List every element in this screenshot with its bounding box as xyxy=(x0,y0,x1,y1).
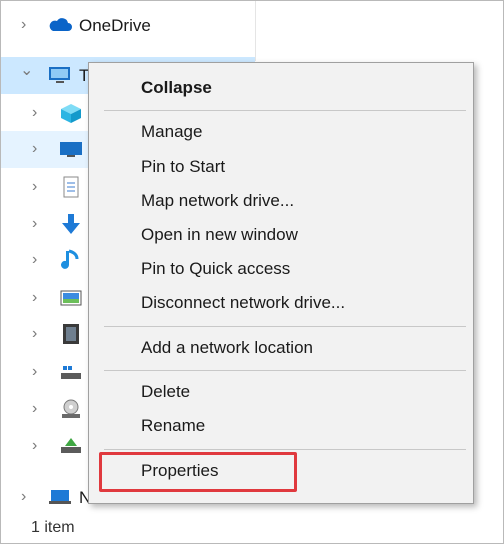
menu-item-map-network-drive[interactable]: Map network drive... xyxy=(141,190,294,212)
chevron-right-icon[interactable]: › xyxy=(32,105,46,121)
chevron-right-icon[interactable]: › xyxy=(21,17,35,33)
menu-item-add-network-location[interactable]: Add a network location xyxy=(141,337,313,359)
local-disk-icon xyxy=(59,361,83,383)
pane-divider xyxy=(255,1,256,61)
nav-item-onedrive[interactable]: › OneDrive xyxy=(1,7,255,44)
chevron-down-icon[interactable]: ⌄ xyxy=(20,63,34,79)
network-drive-icon xyxy=(59,435,83,457)
properties-highlight-box xyxy=(99,452,297,492)
desktop-icon xyxy=(59,138,83,160)
menu-separator xyxy=(104,370,466,371)
network-icon xyxy=(47,486,71,508)
pictures-icon xyxy=(59,287,83,309)
chevron-right-icon[interactable]: › xyxy=(32,252,46,268)
menu-separator xyxy=(104,449,466,450)
menu-item-collapse[interactable]: Collapse xyxy=(141,77,212,99)
downloads-icon xyxy=(59,213,83,235)
status-item-count: 1 item xyxy=(31,519,75,536)
chevron-right-icon[interactable]: › xyxy=(32,438,46,454)
music-icon xyxy=(59,249,83,271)
menu-item-delete[interactable]: Delete xyxy=(141,381,190,403)
nav-item-label: OneDrive xyxy=(79,16,151,35)
menu-item-pin-to-quick-access[interactable]: Pin to Quick access xyxy=(141,258,290,280)
onedrive-cloud-icon xyxy=(47,14,72,36)
chevron-right-icon[interactable]: › xyxy=(21,489,35,505)
context-menu: Collapse Manage Pin to Start Map network… xyxy=(88,62,474,504)
menu-item-manage[interactable]: Manage xyxy=(141,121,202,143)
menu-item-open-in-new-window[interactable]: Open in new window xyxy=(141,224,298,246)
videos-icon xyxy=(59,323,83,345)
menu-item-pin-to-start[interactable]: Pin to Start xyxy=(141,156,225,178)
chevron-right-icon[interactable]: › xyxy=(32,326,46,342)
menu-item-rename[interactable]: Rename xyxy=(141,415,205,437)
chevron-right-icon[interactable]: › xyxy=(32,141,46,157)
menu-separator xyxy=(104,110,466,111)
chevron-right-icon[interactable]: › xyxy=(32,179,46,195)
chevron-right-icon[interactable]: › xyxy=(32,216,46,232)
this-pc-icon xyxy=(47,64,71,86)
3d-objects-icon xyxy=(59,102,83,124)
chevron-right-icon[interactable]: › xyxy=(32,401,46,417)
chevron-right-icon[interactable]: › xyxy=(32,290,46,306)
menu-item-disconnect-network-drive[interactable]: Disconnect network drive... xyxy=(141,292,345,314)
menu-separator xyxy=(104,326,466,327)
documents-icon xyxy=(59,176,83,198)
dvd-drive-icon xyxy=(59,398,83,420)
chevron-right-icon[interactable]: › xyxy=(32,364,46,380)
